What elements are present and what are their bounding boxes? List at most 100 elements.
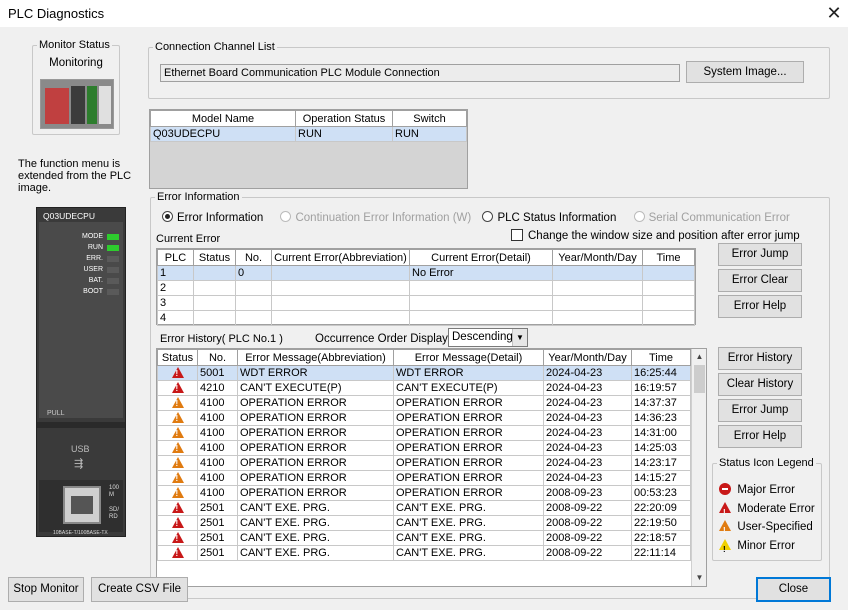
history-abbr-cell: CAN'T EXE. PRG. bbox=[237, 545, 394, 561]
history-abbr-cell: OPERATION ERROR bbox=[237, 455, 394, 471]
moderate-error-icon bbox=[171, 426, 184, 438]
col-operation-status: Operation Status bbox=[295, 110, 393, 127]
radio-error-information[interactable]: Error Information bbox=[162, 211, 263, 224]
history-status-cell bbox=[157, 395, 198, 411]
current-error-cell bbox=[235, 295, 272, 311]
error-help-history-button[interactable]: Error Help bbox=[718, 425, 802, 448]
history-scrollbar[interactable]: ▲ ▼ bbox=[691, 349, 706, 586]
current-col-header: Time bbox=[642, 249, 695, 266]
radio-serial-communication-error[interactable]: Serial Communication Error bbox=[633, 211, 790, 224]
current-col-header: Current Error(Detail) bbox=[409, 249, 553, 266]
function-menu-note: The function menu is extended from the P… bbox=[18, 158, 132, 194]
history-row[interactable]: 2501CAN'T EXE. PRG.CAN'T EXE. PRG.2008-0… bbox=[157, 515, 691, 531]
error-help-current-button[interactable]: Error Help bbox=[718, 295, 802, 318]
history-date-cell: 2024-04-23 bbox=[543, 365, 632, 381]
info-radio-row: Error Information Continuation Error Inf… bbox=[162, 211, 790, 224]
scroll-thumb[interactable] bbox=[694, 365, 705, 393]
history-date-cell: 2024-04-23 bbox=[543, 380, 632, 396]
led-lamp bbox=[107, 278, 119, 284]
current-error-row[interactable]: 4 bbox=[157, 310, 695, 326]
close-window-button[interactable]: ✕ bbox=[822, 2, 846, 24]
monitor-rack-image bbox=[40, 79, 114, 129]
port-side-labels: 100 M SD/RD bbox=[109, 485, 120, 520]
history-detail-cell: OPERATION ERROR bbox=[393, 485, 544, 501]
change-window-checkbox[interactable]: Change the window size and position afte… bbox=[511, 229, 800, 242]
history-row[interactable]: 4100OPERATION ERROROPERATION ERROR2008-0… bbox=[157, 485, 691, 501]
history-abbr-cell: CAN'T EXE. PRG. bbox=[237, 500, 394, 516]
history-status-cell bbox=[157, 440, 198, 456]
history-abbr-cell: OPERATION ERROR bbox=[237, 410, 394, 426]
history-row[interactable]: 2501CAN'T EXE. PRG.CAN'T EXE. PRG.2008-0… bbox=[157, 500, 691, 516]
current-col-header: Year/Month/Day bbox=[552, 249, 643, 266]
current-error-row[interactable]: 1 0 No Error bbox=[157, 265, 695, 281]
history-row[interactable]: 5001WDT ERRORWDT ERROR2024-04-2316:25:44 bbox=[157, 365, 691, 381]
history-date-cell: 2024-04-23 bbox=[543, 410, 632, 426]
history-date-cell: 2008-09-22 bbox=[543, 500, 632, 516]
history-row[interactable]: 4100OPERATION ERROROPERATION ERROR2024-0… bbox=[157, 440, 691, 456]
close-button[interactable]: Close bbox=[756, 577, 831, 602]
clear-history-button[interactable]: Clear History bbox=[718, 373, 802, 396]
history-row[interactable]: 4100OPERATION ERROROPERATION ERROR2024-0… bbox=[157, 455, 691, 471]
history-status-cell bbox=[157, 485, 198, 501]
radio-continuation-error[interactable]: Continuation Error Information (W) bbox=[280, 211, 471, 224]
history-row[interactable]: 2501CAN'T EXE. PRG.CAN'T EXE. PRG.2008-0… bbox=[157, 530, 691, 546]
model-name-cell: Q03UDECPU bbox=[150, 126, 296, 142]
stop-monitor-button[interactable]: Stop Monitor bbox=[8, 577, 84, 602]
minor-error-icon bbox=[719, 538, 731, 559]
order-select[interactable]: Descending ▼ bbox=[448, 328, 528, 347]
led-4: USER bbox=[47, 265, 123, 275]
current-error-cell bbox=[552, 265, 643, 281]
history-row[interactable]: 4100OPERATION ERROROPERATION ERROR2024-0… bbox=[157, 425, 691, 441]
system-image-button[interactable]: System Image... bbox=[686, 61, 804, 83]
history-abbr-cell: OPERATION ERROR bbox=[237, 440, 394, 456]
error-jump-current-button[interactable]: Error Jump bbox=[718, 243, 802, 266]
history-row[interactable]: 4100OPERATION ERROROPERATION ERROR2024-0… bbox=[157, 470, 691, 486]
model-row[interactable]: Q03UDECPU RUN RUN bbox=[150, 126, 467, 142]
radio-plc-status-information[interactable]: PLC Status Information bbox=[482, 211, 616, 224]
model-table-panel: Model Name Operation Status Switch Q03UD… bbox=[149, 109, 468, 189]
error-jump-history-button[interactable]: Error Jump bbox=[718, 399, 802, 422]
led-6: BOOT bbox=[47, 287, 123, 297]
major-error-icon bbox=[171, 516, 184, 528]
pull-label: PULL bbox=[47, 410, 65, 417]
history-row[interactable]: 2501CAN'T EXE. PRG.CAN'T EXE. PRG.2008-0… bbox=[157, 545, 691, 561]
port-label: 10BASE-T/100BASE-TX bbox=[53, 530, 108, 536]
current-error-cell bbox=[642, 295, 695, 311]
history-date-cell: 2024-04-23 bbox=[543, 455, 632, 471]
current-error-cell bbox=[271, 280, 410, 296]
error-history-button[interactable]: Error History bbox=[718, 347, 802, 370]
chevron-down-icon[interactable]: ▼ bbox=[512, 329, 527, 346]
current-error-table: PLC Status No. Current Error(Abbreviation) C… bbox=[157, 249, 695, 326]
current-error-row[interactable]: 3 bbox=[157, 295, 695, 311]
occurrence-order-label: Occurrence Order Display bbox=[315, 333, 448, 345]
current-error-cell bbox=[193, 280, 236, 296]
history-time-cell: 22:19:50 bbox=[631, 515, 691, 531]
current-error-cell bbox=[409, 280, 553, 296]
error-clear-button[interactable]: Error Clear bbox=[718, 269, 802, 292]
led-label: BAT. bbox=[88, 277, 103, 284]
history-row[interactable]: 4210CAN'T EXECUTE(P)CAN'T EXECUTE(P)2024… bbox=[157, 380, 691, 396]
led-label: ERR. bbox=[86, 255, 103, 262]
legend-list: Major Error Moderate Error User-Specifie… bbox=[719, 481, 815, 559]
scroll-up-icon[interactable]: ▲ bbox=[692, 349, 706, 364]
current-error-cell bbox=[642, 280, 695, 296]
moderate-error-icon bbox=[719, 501, 731, 522]
history-row[interactable]: 4100OPERATION ERROROPERATION ERROR2024-0… bbox=[157, 410, 691, 426]
usb-label: USB bbox=[71, 444, 90, 454]
error-history-label: Error History( PLC No.1 ) bbox=[160, 333, 283, 345]
current-error-row[interactable]: 2 bbox=[157, 280, 695, 296]
radio-dot bbox=[633, 211, 645, 222]
col-switch: Switch bbox=[392, 110, 467, 127]
history-detail-cell: OPERATION ERROR bbox=[393, 470, 544, 486]
usb-icon: ⇶ bbox=[74, 458, 84, 470]
connection-channel-field[interactable]: Ethernet Board Communication PLC Module … bbox=[160, 64, 680, 82]
plc-cpu-image[interactable]: Q03UDECPU MODE RUN ERR. USER BAT. BOOT PULL U… bbox=[36, 207, 126, 537]
scroll-down-icon[interactable]: ▼ bbox=[692, 570, 706, 585]
create-csv-button[interactable]: Create CSV File bbox=[91, 577, 188, 602]
current-error-cell bbox=[552, 280, 643, 296]
history-detail-cell: OPERATION ERROR bbox=[393, 395, 544, 411]
current-error-cell bbox=[409, 295, 553, 311]
history-no-cell: 4100 bbox=[197, 440, 238, 456]
history-row[interactable]: 4100OPERATION ERROROPERATION ERROR2024-0… bbox=[157, 395, 691, 411]
switch-cell: RUN bbox=[392, 126, 467, 142]
